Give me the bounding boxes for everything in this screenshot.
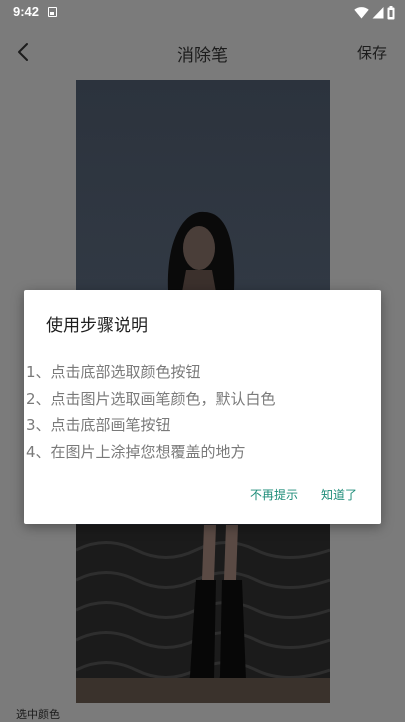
dialog-step: 2、点击图片选取画笔颜色，默认白色 xyxy=(26,389,276,408)
dialog-step: 1、点击底部选取颜色按钮 xyxy=(26,363,201,381)
status-time: 9:42 xyxy=(13,4,40,19)
dialog-title: 使用步骤说明 xyxy=(46,316,148,336)
status-icons xyxy=(351,6,395,20)
wifi-icon xyxy=(354,7,369,19)
toolbar: 消除笔 保存 xyxy=(0,26,405,78)
dialog-step: 3、点击底部画笔按钮 xyxy=(26,416,171,434)
page-title: 消除笔 xyxy=(177,46,228,66)
got-it-button[interactable]: 知道了 xyxy=(321,486,357,503)
battery-icon xyxy=(387,6,395,20)
save-button[interactable]: 保存 xyxy=(357,42,387,63)
dialog-steps: 1、点击底部选取颜色按钮 2、点击图片选取画笔颜色，默认白色 3、点击底部画笔按… xyxy=(26,359,276,465)
instructions-dialog: 使用步骤说明 1、点击底部选取颜色按钮 2、点击图片选取画笔颜色，默认白色 3、… xyxy=(24,290,381,524)
dont-remind-button[interactable]: 不再提示 xyxy=(250,486,298,503)
dialog-step: 4、在图片上涂掉您想覆盖的地方 xyxy=(26,442,246,461)
notification-icon xyxy=(48,7,57,17)
signal-icon xyxy=(372,7,384,19)
status-bar: 9:42 xyxy=(0,0,405,26)
